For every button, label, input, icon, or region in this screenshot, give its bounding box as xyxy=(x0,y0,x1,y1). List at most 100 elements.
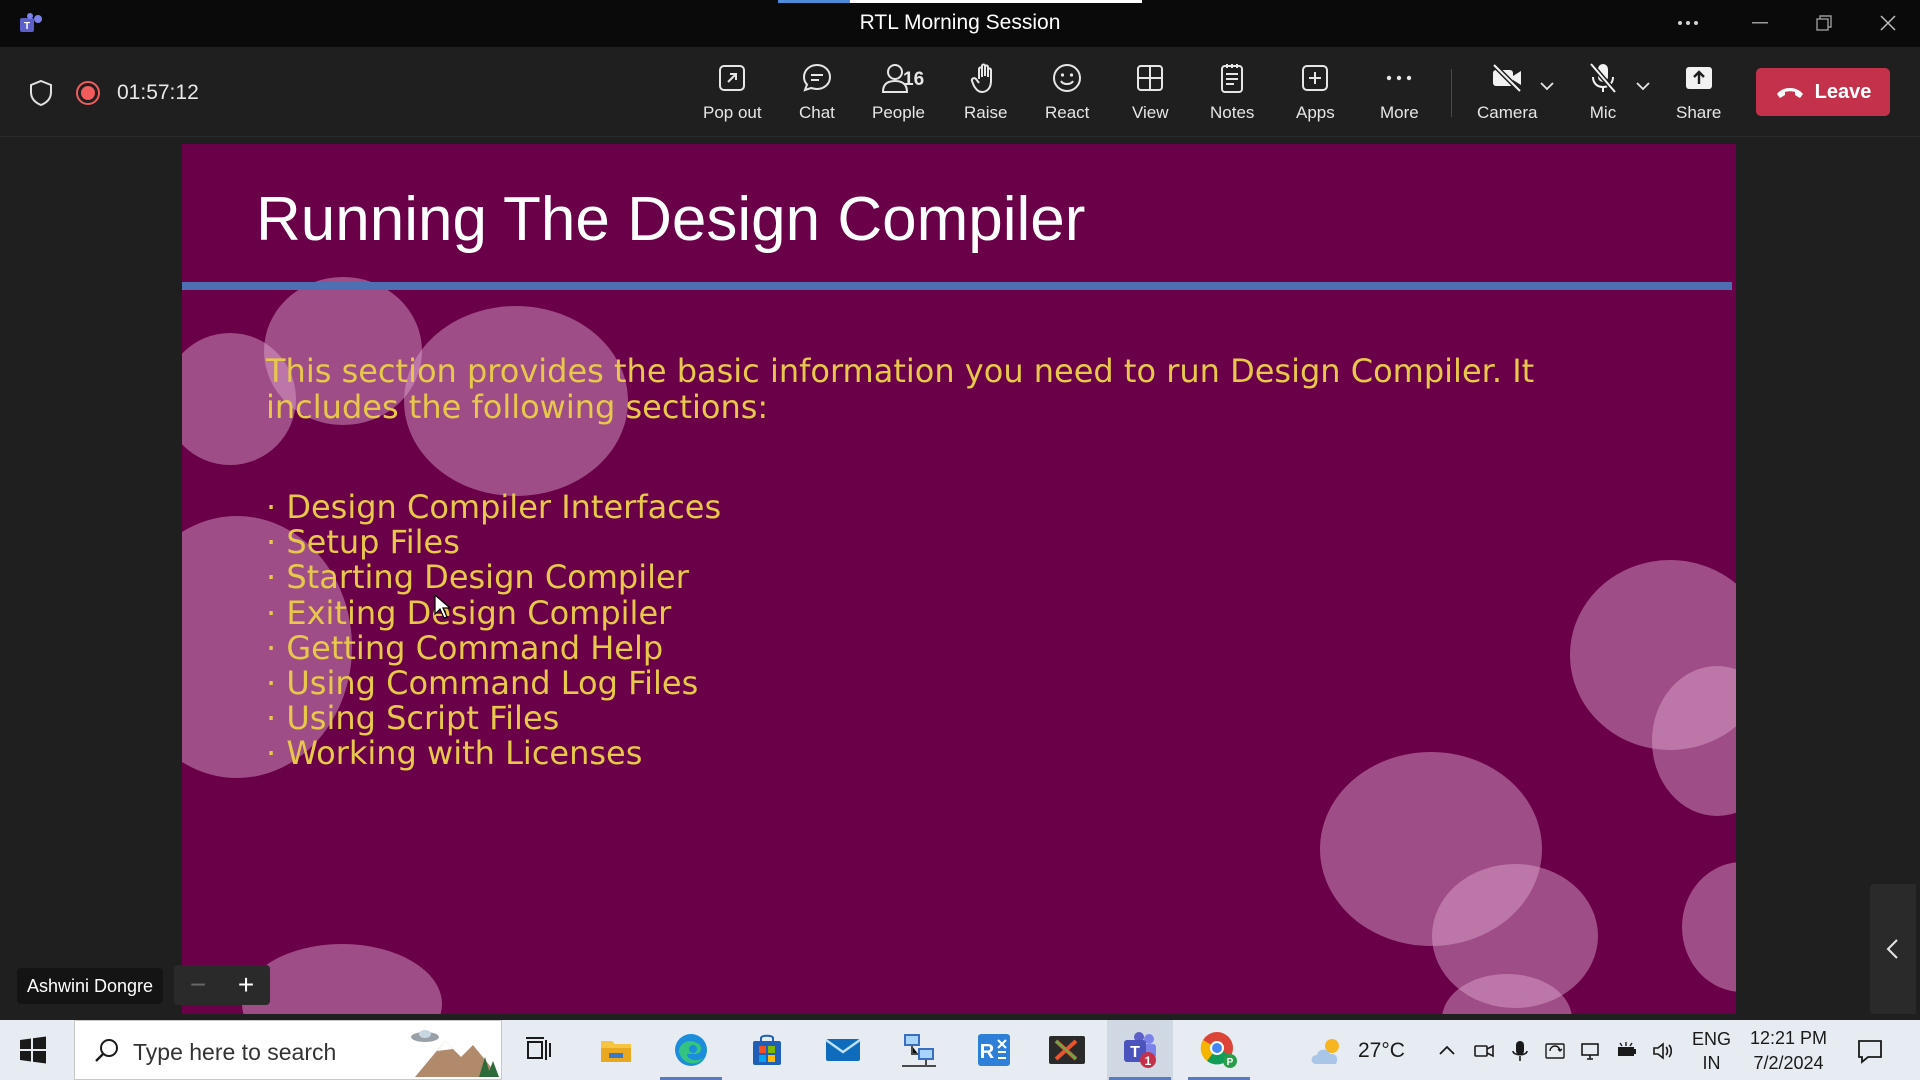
minimize-button[interactable] xyxy=(1740,8,1780,38)
hang-up-icon xyxy=(1776,88,1803,98)
view-button[interactable]: View xyxy=(1132,61,1169,129)
teams-button[interactable]: T1 xyxy=(1109,1030,1171,1080)
view-label: View xyxy=(1132,103,1169,122)
chat-icon xyxy=(802,63,831,92)
microphone-in-use-icon[interactable] xyxy=(1509,1040,1531,1062)
expand-panel-button[interactable] xyxy=(1870,884,1916,1014)
minimize-icon xyxy=(1752,22,1768,24)
svg-text:P: P xyxy=(1227,1057,1234,1068)
react-label: React xyxy=(1045,103,1090,122)
title-rule xyxy=(182,282,1732,290)
zoom-out-button[interactable]: − xyxy=(190,969,206,1001)
apps-label: Apps xyxy=(1296,103,1335,122)
list-item: Setup Files xyxy=(266,525,721,560)
teams-icon: T1 xyxy=(1124,1032,1156,1068)
window-title: RTL Morning Session xyxy=(859,11,1061,34)
mic-options-chevron-icon[interactable] xyxy=(1634,77,1652,95)
title-bar: T RTL Morning Session xyxy=(0,0,1920,47)
task-view-icon xyxy=(526,1037,551,1060)
list-item: Getting Command Help xyxy=(266,630,721,666)
svg-text:T: T xyxy=(1130,1044,1140,1061)
pop-out-button[interactable]: Pop out xyxy=(703,61,762,129)
sync-icon[interactable] xyxy=(1544,1040,1566,1062)
taskbar-clock[interactable]: 12:21 PM 7/2/2024 xyxy=(1750,1026,1827,1076)
task-view-button[interactable] xyxy=(518,1030,560,1070)
edge-browser-icon xyxy=(675,1034,707,1066)
leave-label: Leave xyxy=(1814,80,1872,103)
mouse-cursor-icon xyxy=(434,594,452,619)
folder-icon xyxy=(601,1041,631,1062)
volume-icon[interactable] xyxy=(1652,1040,1674,1062)
smiley-icon xyxy=(1053,64,1082,92)
toolbar-divider xyxy=(1451,69,1452,117)
chat-button[interactable]: Chat xyxy=(799,61,835,129)
clock-time: 12:21 PM xyxy=(1750,1028,1828,1048)
meeting-toolbar: 01:57:12 Pop out Chat People 16 Raise Re… xyxy=(0,47,1920,137)
camera-in-use-icon[interactable] xyxy=(1473,1040,1495,1062)
camera-button[interactable]: Camera xyxy=(1477,61,1537,129)
zoom-control: − + xyxy=(174,965,270,1005)
apps-button[interactable]: Apps xyxy=(1296,61,1335,129)
more-options-button[interactable] xyxy=(1668,8,1708,38)
camera-options-chevron-icon[interactable] xyxy=(1538,77,1556,95)
share-label: Share xyxy=(1676,103,1722,122)
recording-indicator-icon xyxy=(76,81,100,105)
decorative-bubble xyxy=(1682,862,1736,992)
ellipsis-icon xyxy=(1387,75,1412,81)
network-icon[interactable] xyxy=(1580,1040,1602,1062)
slide-intro: This section provides the basic informat… xyxy=(266,352,1535,426)
chat-label: Chat xyxy=(799,103,835,122)
battery-icon[interactable] xyxy=(1616,1040,1638,1062)
mic-label: Mic xyxy=(1589,103,1617,122)
slide-title: Running The Design Compiler xyxy=(256,185,1086,254)
restore-button[interactable] xyxy=(1804,8,1844,38)
notification-center-icon[interactable] xyxy=(1856,1037,1884,1065)
chrome-button[interactable]: P xyxy=(1188,1030,1250,1080)
close-button[interactable] xyxy=(1868,8,1908,38)
remote-desktop-button[interactable] xyxy=(898,1030,940,1070)
search-highlight-art-icon xyxy=(411,1030,499,1077)
edge-browser-button[interactable] xyxy=(660,1030,722,1080)
more-label: More xyxy=(1380,103,1419,122)
share-button[interactable]: Share xyxy=(1676,61,1721,129)
react-button[interactable]: React xyxy=(1045,61,1089,129)
ellipsis-icon xyxy=(1678,21,1698,25)
notes-icon xyxy=(1221,64,1244,93)
xming-button[interactable] xyxy=(1046,1030,1088,1070)
microsoft-store-button[interactable] xyxy=(746,1030,788,1070)
mic-button[interactable]: Mic xyxy=(1586,61,1620,129)
mail-button[interactable] xyxy=(822,1030,864,1070)
camera-off-icon xyxy=(1492,63,1523,93)
raise-hand-button[interactable]: Raise xyxy=(964,61,1007,129)
add-app-icon xyxy=(1302,65,1329,91)
mic-off-icon xyxy=(1589,62,1617,94)
weather-widget[interactable]: 27°C xyxy=(1308,1036,1405,1066)
presenter-name-tag: Ashwini Dongre xyxy=(17,968,164,1004)
notes-label: Notes xyxy=(1210,103,1255,122)
notes-button[interactable]: Notes xyxy=(1210,61,1254,129)
meeting-timer: 01:57:12 xyxy=(117,81,199,104)
zoom-in-button[interactable]: + xyxy=(238,969,254,1001)
taskbar-search-box[interactable]: Type here to search xyxy=(74,1020,502,1080)
slide-bullet-list: Design Compiler Interfaces Setup Files S… xyxy=(266,489,721,772)
show-hidden-icons-chevron-icon[interactable] xyxy=(1436,1040,1458,1062)
windows-start-icon[interactable] xyxy=(18,1035,48,1065)
input-language-indicator[interactable]: ENG IN xyxy=(1692,1027,1731,1075)
file-explorer-button[interactable] xyxy=(595,1030,637,1070)
windows-taskbar: Type here to search R T1 P 27°C ENG IN 1… xyxy=(0,1020,1920,1080)
shield-icon[interactable] xyxy=(28,79,54,107)
network-computers-icon xyxy=(902,1034,936,1067)
search-placeholder: Type here to search xyxy=(133,1039,337,1065)
list-item: Design Compiler Interfaces xyxy=(266,489,721,525)
list-item: Using Command Log Files xyxy=(266,665,721,701)
more-button[interactable]: More xyxy=(1380,61,1419,129)
rd-client-button[interactable]: R xyxy=(973,1030,1015,1070)
decorative-bubble xyxy=(242,944,442,1014)
language-code: ENG xyxy=(1692,1029,1732,1049)
leave-button[interactable]: Leave xyxy=(1756,68,1890,116)
cloudy-weather-icon xyxy=(1311,1039,1339,1064)
close-icon xyxy=(1880,15,1896,31)
chevron-left-icon xyxy=(1886,939,1898,959)
mail-icon xyxy=(825,1039,861,1061)
share-screen-icon xyxy=(1685,67,1712,89)
